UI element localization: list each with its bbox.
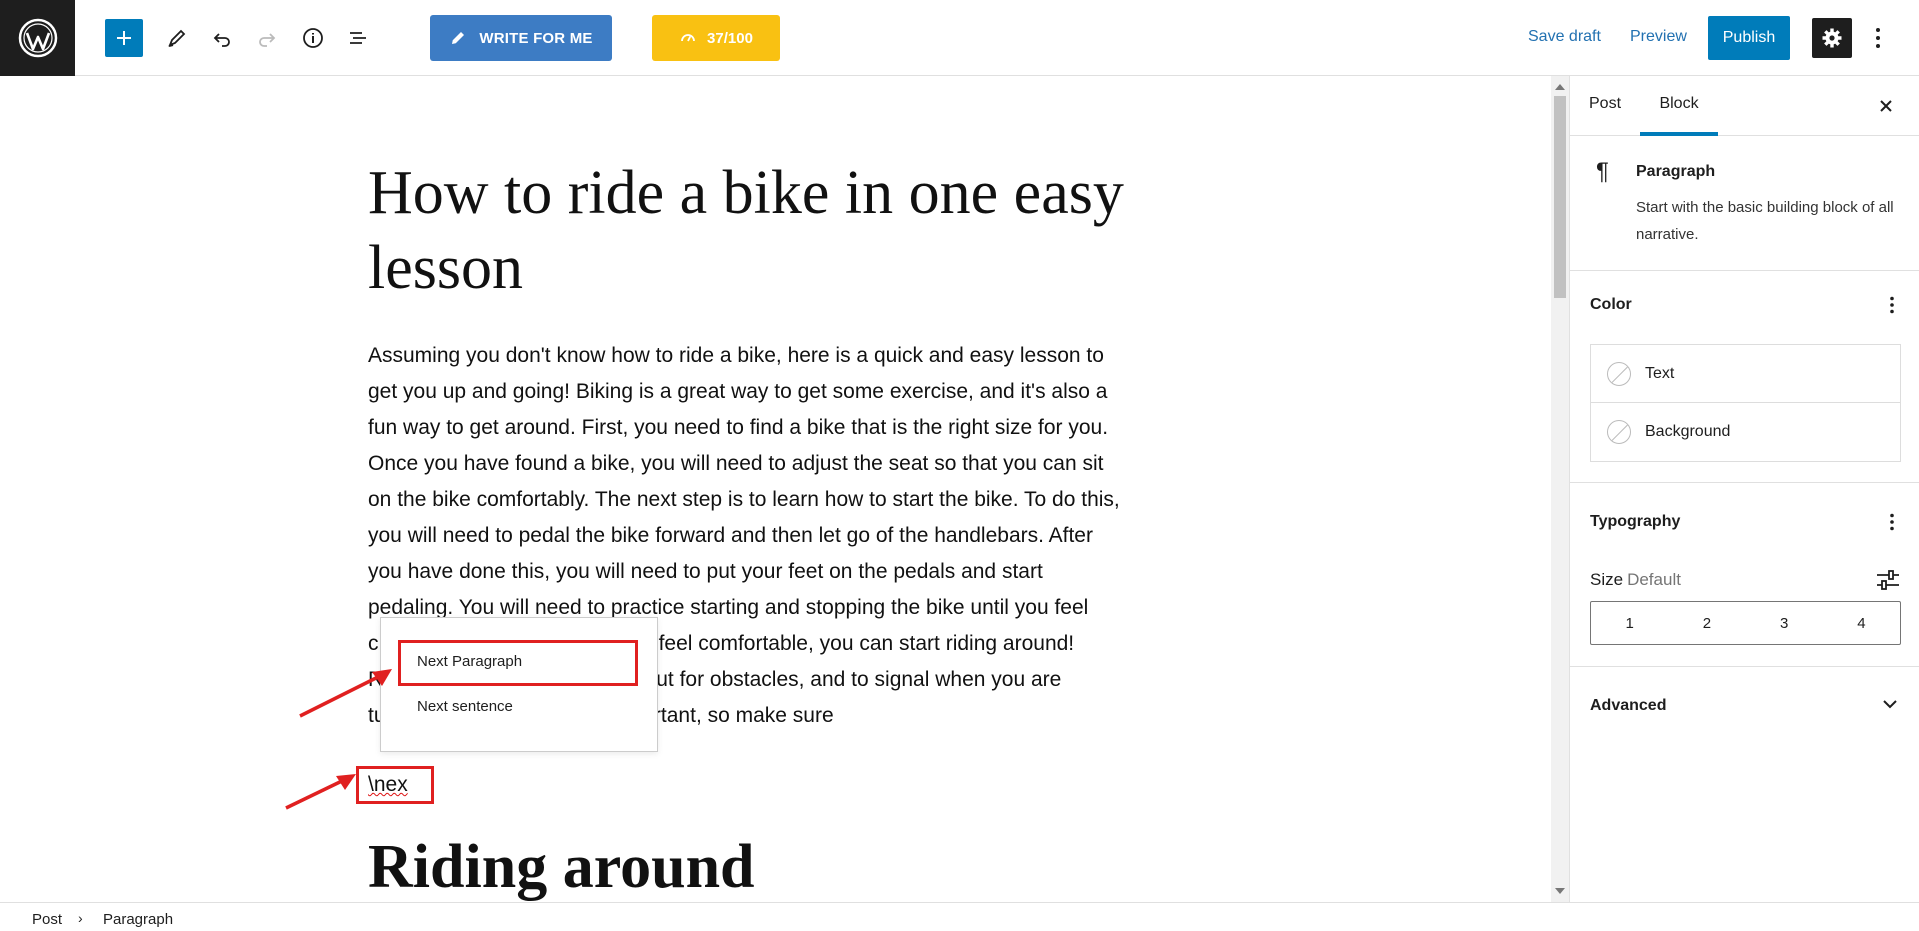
chevron-svg [1883,699,1897,708]
chevron-right-icon: › [78,910,83,926]
paragraph-line: fun way to get around. First, you need t… [368,416,1109,439]
font-size-option-4[interactable]: 4 [1823,602,1900,644]
redo-icon [259,33,276,47]
close-sidebar-button[interactable] [1874,94,1898,118]
tab-block[interactable]: Block [1640,88,1718,136]
block-card: ¶ Paragraph Start with the basic buildin… [1570,136,1919,271]
list-view-button[interactable] [339,19,377,57]
vertical-ellipsis-icon [1876,28,1880,48]
sidebar-tabs: Post Block [1570,76,1919,136]
plus-icon [117,31,131,45]
typography-panel: Typography Size Default 1 2 3 4 [1570,483,1919,667]
custom-size-icon[interactable] [1875,569,1901,591]
wordpress-icon [18,18,57,58]
background-color-label: Background [1645,423,1731,440]
pencil-icon [452,32,465,44]
details-button[interactable] [294,19,332,57]
preview-button[interactable]: Preview [1630,28,1687,46]
scroll-up-icon[interactable] [1555,84,1565,90]
scroll-thumb[interactable] [1554,96,1566,298]
settings-button[interactable] [1812,18,1852,58]
undo-icon [213,33,230,47]
paragraph-line: on the bike comfortably. The next step i… [368,488,1120,511]
editor-canvas[interactable]: How to ride a bike in one easy lesson As… [0,76,1551,902]
block-breadcrumb: Post › Paragraph [0,902,1919,931]
write-for-me-label: WRITE FOR ME [479,29,593,47]
paragraph-icon: ¶ [1596,158,1609,185]
tab-post[interactable]: Post [1589,88,1621,136]
annotation-arrow-icon [285,774,356,810]
breadcrumb-paragraph[interactable]: Paragraph [103,911,173,928]
empty-swatch-icon [1607,361,1631,386]
edit-tool-button[interactable] [158,19,196,57]
paragraph-line: Once you have found a bike, you will nee… [368,452,1104,475]
font-size-option-3[interactable]: 3 [1746,602,1823,644]
font-size-title: Size [1590,570,1624,589]
block-name: Paragraph [1636,163,1716,180]
typography-panel-title: Typography [1590,513,1681,530]
save-draft-button[interactable]: Save draft [1528,28,1601,46]
post-title[interactable]: How to ride a bike in one easy lesson [368,156,1188,306]
slash-command-input[interactable]: \nex [356,766,434,804]
block-description: Start with the basic building block of a… [1636,199,1894,243]
close-icon [1880,100,1892,112]
autocomplete-next-sentence[interactable]: Next sentence [417,698,513,715]
more-options-button[interactable] [1866,22,1890,54]
wordpress-logo-icon[interactable] [0,0,75,76]
pencil-icon [168,29,186,47]
gauge-icon [681,34,695,42]
settings-sidebar: Post Block ¶ Paragraph Start with the ba… [1569,76,1919,902]
add-block-button[interactable] [105,19,143,57]
annotation-highlight-box [398,640,638,686]
top-toolbar: WRITE FOR ME 37/100 Save draft Preview P… [0,0,1919,76]
redo-button[interactable] [248,19,286,57]
empty-swatch-icon [1607,420,1631,444]
color-options-button[interactable] [1882,295,1902,315]
font-size-option-1[interactable]: 1 [1591,602,1668,644]
font-size-option-2[interactable]: 2 [1668,602,1745,644]
text-color-label: Text [1645,364,1675,382]
paragraph-line: you will need to pedal the bike forward … [368,524,1093,547]
advanced-panel[interactable]: Advanced [1570,667,1919,737]
color-panel-title: Color [1590,296,1632,313]
typography-options-button[interactable] [1882,512,1902,532]
seo-score-label: 37/100 [707,29,753,47]
advanced-panel-title: Advanced [1590,697,1667,714]
heading-block[interactable]: Riding around [368,830,755,902]
info-icon [303,28,323,48]
chevron-down-icon[interactable] [1878,695,1902,713]
editor-scrollbar[interactable] [1551,76,1569,902]
font-size-label: Size Default [1590,570,1681,590]
paragraph-line: get you up and going! Biking is a great … [368,380,1108,403]
undo-button[interactable] [203,19,241,57]
paragraph-line: Assuming you don't know how to ride a bi… [368,344,1104,367]
annotation-arrow-icon [299,669,392,718]
slash-command-text: \nex [368,773,408,796]
scroll-down-icon[interactable] [1555,888,1565,894]
vertical-ellipsis-icon [1890,296,1894,314]
paragraph-line: you have done this, you will need to put… [368,560,1043,583]
gear-icon [1822,28,1842,48]
color-options-group: Text Background [1590,344,1901,462]
font-size-value: Default [1627,570,1681,589]
color-panel: Color Text Background [1570,271,1919,483]
seo-score-button[interactable]: 37/100 [652,15,780,61]
vertical-ellipsis-icon [1890,513,1894,531]
publish-button[interactable]: Publish [1708,16,1790,60]
background-color-option[interactable]: Background [1591,403,1900,461]
breadcrumb-post[interactable]: Post [32,911,62,928]
text-color-option[interactable]: Text [1591,345,1900,403]
list-view-icon [350,32,366,44]
font-size-picker: 1 2 3 4 [1590,601,1901,645]
write-for-me-button[interactable]: WRITE FOR ME [430,15,612,61]
